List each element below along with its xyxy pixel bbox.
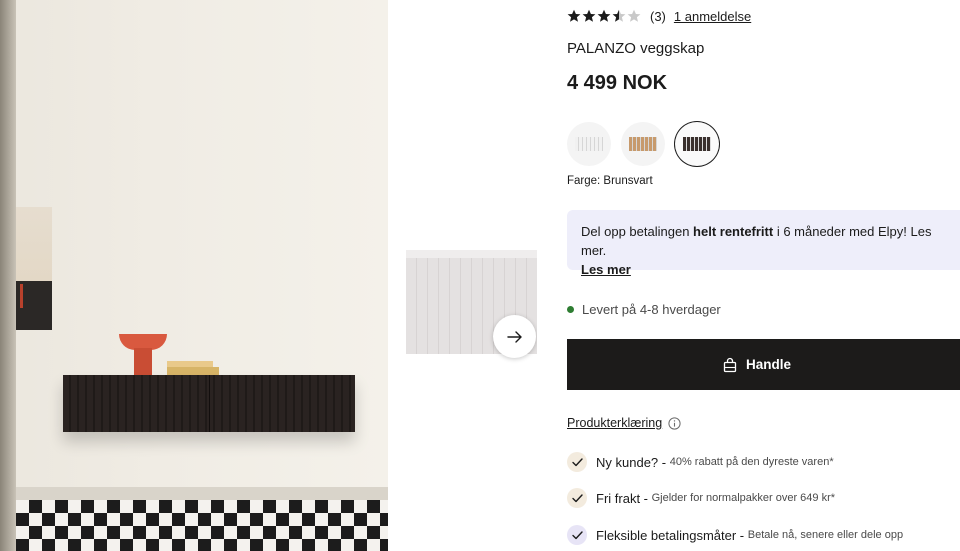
check-icon <box>567 452 587 472</box>
swatch-oak-preview <box>629 137 657 151</box>
financing-text: Del opp betalingen <box>581 224 694 239</box>
financing-read-more-link[interactable]: Les mer <box>581 262 631 277</box>
delivery-text: Levert på 4-8 hverdager <box>582 302 721 317</box>
financing-banner: Del opp betalingen helt rentefritt i 6 m… <box>567 210 960 277</box>
usp-desc: 40% rabatt på den dyreste varen* <box>669 456 834 468</box>
usp-title: Fleksible betalingsmåter <box>596 527 737 543</box>
info-icon[interactable] <box>668 416 681 430</box>
swatch-oak[interactable] <box>621 122 665 166</box>
financing-bold: helt rentefritt <box>693 224 774 239</box>
product-info-panel: (3) 1 anmeldelse PALANZO veggskap 4 499 … <box>567 0 960 551</box>
usp-free-shipping: Fri frakt - Gjelder for normalpakker ove… <box>567 488 835 508</box>
floor-skirting <box>16 487 388 500</box>
star-icon <box>567 9 581 22</box>
swatch-brown-black-preview <box>683 137 711 151</box>
doorframe <box>0 0 16 551</box>
usp-desc: Betale nå, senere eller dele opp <box>747 529 904 541</box>
selected-color-label: Farge: Brunsvart <box>567 175 653 187</box>
arrow-right-icon <box>506 330 522 343</box>
in-stock-dot-icon <box>567 306 574 313</box>
color-swatches <box>567 122 719 166</box>
wall-art <box>16 207 52 330</box>
rating-count: (3) <box>650 8 666 24</box>
delivery-info: Levert på 4-8 hverdager <box>567 302 721 317</box>
check-icon <box>567 525 587 545</box>
star-icon <box>597 9 611 22</box>
product-price: 4 499 NOK <box>567 72 668 94</box>
rating: (3) 1 anmeldelse <box>567 7 751 25</box>
product-name: PALANZO veggskap <box>567 40 705 57</box>
product-declaration-link[interactable]: Produkterklæring <box>567 416 662 430</box>
usp-new-customer: Ny kunde? - 40% rabatt på den dyreste va… <box>567 452 834 472</box>
product-declaration: Produkterklæring <box>567 416 681 430</box>
cabinet-top <box>406 250 537 258</box>
usp-desc: Gjelder for normalpakker over 649 kr* <box>651 492 836 504</box>
star-icon <box>627 9 641 22</box>
product-lifestyle-image[interactable] <box>0 0 388 551</box>
decor-book-top <box>167 361 213 367</box>
star-icon <box>612 9 626 22</box>
check-icon <box>567 488 587 508</box>
decor-bowl-stem <box>134 348 152 375</box>
star-icon <box>582 9 596 22</box>
decor-books <box>167 367 219 375</box>
gallery-next-button[interactable] <box>493 315 536 358</box>
usp-title: Ny kunde? <box>596 454 659 470</box>
checkered-rug <box>16 500 388 551</box>
add-to-cart-label: Handle <box>745 357 791 372</box>
star-rating <box>567 9 641 23</box>
add-to-cart-button[interactable]: Handle <box>567 339 960 390</box>
shopping-bag-icon <box>722 357 738 373</box>
usp-title: Fri frakt <box>596 490 641 506</box>
wall-cabinet-brown <box>63 375 355 432</box>
reviews-link[interactable]: 1 anmeldelse <box>674 9 751 24</box>
swatch-brown-black[interactable] <box>675 122 719 166</box>
product-gallery <box>0 0 537 551</box>
usp-flexible-payment: Fleksible betalingsmåter - Betale nå, se… <box>567 525 903 545</box>
swatch-white-preview <box>575 137 603 151</box>
swatch-white[interactable] <box>567 122 611 166</box>
